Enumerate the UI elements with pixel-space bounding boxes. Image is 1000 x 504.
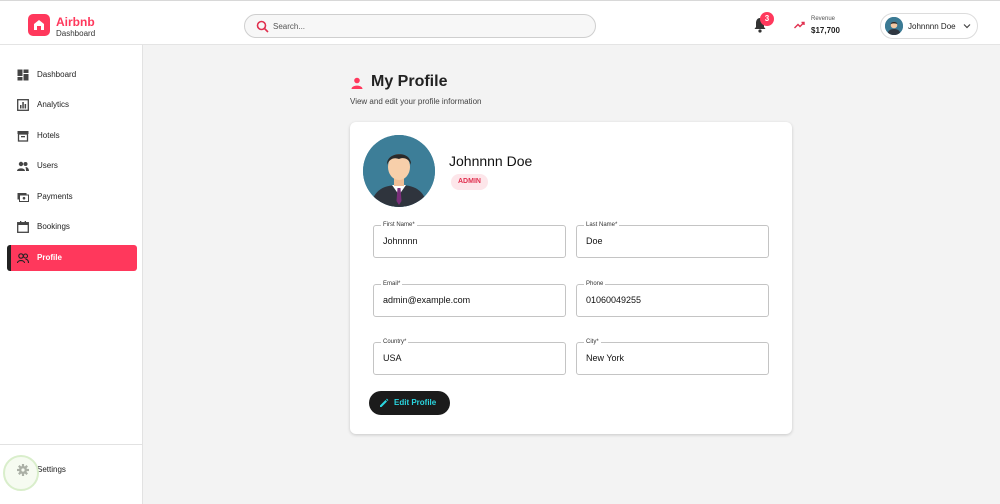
search-input[interactable] bbox=[273, 19, 573, 34]
corner-widget-icon[interactable] bbox=[3, 455, 39, 491]
calendar-icon bbox=[17, 221, 29, 233]
profile-name: Johnnnn Doe bbox=[449, 153, 533, 169]
edit-profile-button[interactable]: Edit Profile bbox=[369, 391, 450, 415]
field-label: Email* bbox=[381, 280, 403, 288]
revenue-label: Revenue bbox=[811, 16, 836, 22]
sidebar-item-analytics[interactable]: Analytics bbox=[7, 92, 137, 118]
phone-field[interactable]: Phone 01060049255 bbox=[576, 280, 769, 317]
sidebar-item-label: Settings bbox=[37, 465, 66, 474]
first-name-field[interactable]: First Name* Johnnnn bbox=[373, 221, 566, 258]
last-name-field[interactable]: Last Name* Doe bbox=[576, 221, 769, 258]
city-field[interactable]: City* New York bbox=[576, 338, 769, 375]
profile-icon bbox=[17, 253, 29, 264]
field-value: USA bbox=[383, 353, 402, 363]
search-icon bbox=[256, 20, 269, 33]
field-label: Last Name* bbox=[584, 221, 620, 229]
field-label: Country* bbox=[381, 338, 409, 346]
brand-subtitle: Dashboard bbox=[56, 29, 96, 38]
field-label: Phone bbox=[584, 280, 606, 288]
dashboard-icon bbox=[17, 69, 29, 81]
trending-up-icon bbox=[794, 21, 805, 29]
person-icon bbox=[351, 77, 363, 89]
profile-card: Johnnnn Doe ADMIN First Name* Johnnnn La… bbox=[350, 122, 792, 434]
sidebar: Dashboard Analytics Hotels Users Payment… bbox=[0, 45, 143, 504]
sidebar-item-profile[interactable]: Profile bbox=[7, 245, 137, 271]
sidebar-item-users[interactable]: Users bbox=[7, 153, 137, 179]
sidebar-item-bookings[interactable]: Bookings bbox=[7, 214, 137, 240]
page-title: My Profile bbox=[371, 73, 448, 90]
email-field[interactable]: Email* admin@example.com bbox=[373, 280, 566, 317]
field-value: 01060049255 bbox=[586, 295, 642, 305]
avatar bbox=[885, 17, 903, 35]
users-icon bbox=[17, 161, 29, 171]
sidebar-item-label: Analytics bbox=[37, 100, 70, 109]
search-bar[interactable] bbox=[244, 14, 596, 38]
country-field[interactable]: Country* USA bbox=[373, 338, 566, 375]
sidebar-item-label: Bookings bbox=[37, 222, 70, 231]
field-value: Doe bbox=[586, 236, 603, 246]
sidebar-item-label: Dashboard bbox=[37, 70, 77, 79]
role-badge: ADMIN bbox=[451, 174, 488, 190]
field-label: First Name* bbox=[381, 221, 417, 229]
field-value: admin@example.com bbox=[383, 295, 471, 305]
page-subtitle: View and edit your profile information bbox=[350, 97, 482, 106]
notification-badge: 3 bbox=[760, 12, 774, 26]
profile-avatar bbox=[363, 135, 435, 207]
airbnb-logo-icon[interactable] bbox=[28, 14, 50, 36]
field-value: Johnnnn bbox=[383, 236, 418, 246]
sidebar-item-label: Users bbox=[37, 161, 58, 170]
sidebar-item-label: Payments bbox=[37, 192, 73, 201]
top-header: Airbnb Dashboard 3 Revenue $17,700 Johnn… bbox=[0, 0, 1000, 45]
edit-profile-label: Edit Profile bbox=[394, 398, 437, 407]
field-label: City* bbox=[584, 338, 601, 346]
browser-edge bbox=[0, 0, 1000, 4]
sidebar-item-label: Hotels bbox=[37, 131, 60, 140]
user-name: Johnnnn Doe bbox=[908, 22, 956, 31]
sidebar-item-label: Profile bbox=[37, 253, 62, 262]
analytics-icon bbox=[17, 99, 29, 111]
sidebar-item-hotels[interactable]: Hotels bbox=[7, 123, 137, 149]
payments-icon bbox=[17, 193, 29, 202]
chevron-down-icon bbox=[963, 24, 971, 29]
brand-name: Airbnb bbox=[56, 15, 95, 29]
sidebar-item-payments[interactable]: Payments bbox=[7, 184, 137, 210]
sidebar-divider bbox=[0, 444, 142, 445]
hotel-icon bbox=[17, 131, 29, 142]
sidebar-item-dashboard[interactable]: Dashboard bbox=[7, 62, 137, 88]
revenue-value: $17,700 bbox=[811, 26, 840, 35]
pencil-icon bbox=[380, 398, 389, 407]
field-value: New York bbox=[586, 353, 625, 363]
user-menu-button[interactable]: Johnnnn Doe bbox=[880, 13, 978, 39]
